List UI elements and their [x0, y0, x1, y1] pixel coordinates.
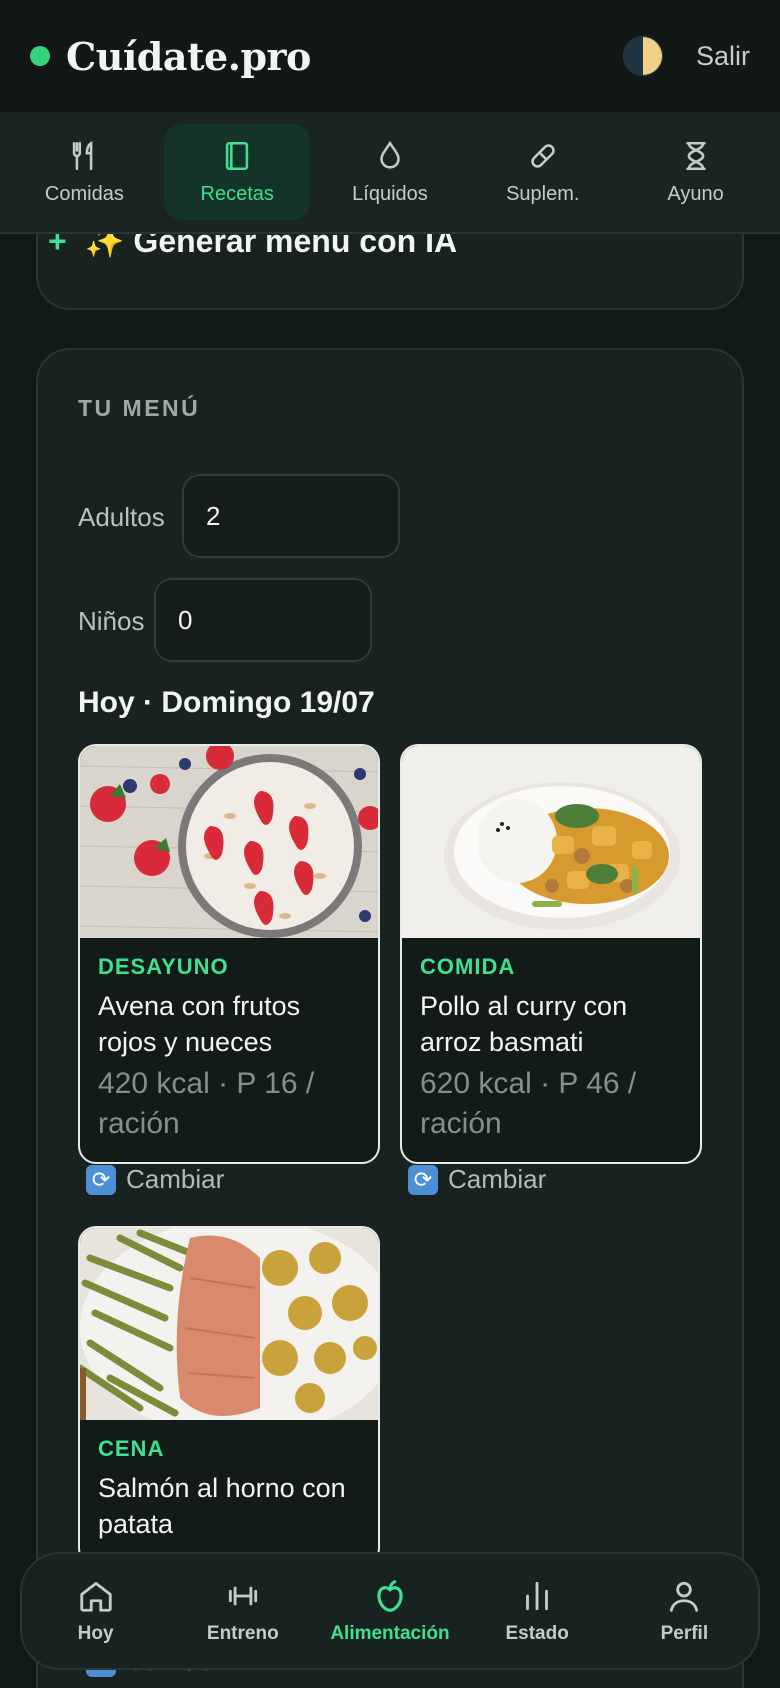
kids-input[interactable]: 0: [154, 578, 372, 662]
nav-hoy[interactable]: Hoy: [26, 1577, 166, 1645]
logout-button[interactable]: Salir: [696, 41, 750, 72]
nav-entreno[interactable]: Entreno: [173, 1577, 313, 1645]
tab-label: Líquidos: [352, 182, 428, 205]
tab-label: Comidas: [44, 182, 124, 205]
recipe-image-oatmeal: [80, 746, 378, 938]
tab-suplementos[interactable]: Suplem.: [470, 124, 616, 220]
home-icon: [79, 1581, 112, 1612]
recipe-nutrition: 620 kcal · P 46 / ración: [420, 1067, 637, 1140]
content-area: + ✨ Generar menú con IA TU MENÚ Adultos 2…: [0, 0, 780, 1688]
nav-label: Hoy: [77, 1623, 114, 1644]
recipe-name: Salmón al horno con patata: [98, 1473, 346, 1539]
hourglass-icon: [685, 141, 706, 170]
nav-label: Alimentación: [330, 1623, 450, 1644]
apple-icon: [377, 1580, 403, 1612]
meal-type-label: DESAYUNO: [98, 954, 229, 979]
tab-comidas[interactable]: Comidas: [11, 124, 157, 220]
change-recipe-button[interactable]: ⟳ Cambiar: [86, 1164, 224, 1195]
tab-label: Suplem.: [506, 182, 580, 205]
status-dot: [30, 46, 50, 66]
drop-icon: [380, 140, 400, 169]
nav-label: Estado: [505, 1623, 569, 1644]
brand-logo[interactable]: Cuídate.pro: [66, 34, 311, 79]
recipe-card-breakfast[interactable]: DESAYUNO Avena con frutos rojos y nueces…: [78, 744, 380, 1164]
adults-input[interactable]: 2: [182, 474, 400, 558]
app-header: Cuídate.pro Salir: [0, 0, 780, 112]
adults-label: Adultos: [78, 502, 165, 532]
menu-section-title: TU MENÚ: [78, 395, 201, 421]
swap-icon: ⟳: [86, 1164, 116, 1195]
recipe-nutrition: 420 kcal · P 16 / ración: [98, 1067, 315, 1140]
tab-label: Recetas: [200, 182, 274, 205]
bar-chart-icon: [526, 1581, 549, 1611]
user-icon: [670, 1581, 699, 1612]
change-recipe-label: Cambiar: [126, 1164, 225, 1194]
nav-label: Entreno: [206, 1623, 279, 1644]
book-icon: [225, 141, 249, 170]
nav-alimentacion[interactable]: Alimentación: [320, 1577, 460, 1645]
change-recipe-button[interactable]: ⟳ Cambiar: [408, 1164, 546, 1195]
nav-estado[interactable]: Estado: [467, 1577, 607, 1645]
tab-label: Ayuno: [667, 182, 724, 205]
tab-ayuno[interactable]: Ayuno: [623, 124, 769, 220]
meal-type-label: CENA: [98, 1436, 165, 1461]
meal-type-label: COMIDA: [420, 954, 516, 979]
moon-icon[interactable]: [623, 37, 662, 75]
bottom-navigation: Hoy Entreno Alimentación Estado Perfil: [20, 1552, 760, 1670]
nav-label: Perfil: [660, 1623, 709, 1644]
day-heading: Hoy · Domingo 19/07: [78, 686, 375, 719]
kids-label: Niños: [78, 606, 145, 636]
nav-perfil[interactable]: Perfil: [614, 1577, 754, 1645]
recipe-name: Avena con frutos rojos y nueces: [98, 991, 301, 1057]
swap-icon: ⟳: [408, 1164, 438, 1195]
tab-liquidos[interactable]: Líquidos: [317, 124, 463, 220]
dumbbell-icon: [228, 1586, 257, 1606]
pill-icon: [531, 143, 555, 168]
recipe-body: DESAYUNO Avena con frutos rojos y nueces…: [80, 938, 378, 1162]
recipe-card-lunch[interactable]: COMIDA Pollo al curry con arroz basmati …: [400, 744, 702, 1164]
recipe-name: Pollo al curry con arroz basmati: [420, 991, 628, 1057]
tab-recetas[interactable]: Recetas: [164, 124, 311, 220]
recipe-body: CENA Salmón al horno con patata 540 kcal…: [80, 1420, 378, 1564]
change-recipe-label: Cambiar: [448, 1164, 547, 1194]
cutlery-icon: [73, 140, 93, 170]
recipe-image-chicken-curry: [402, 746, 700, 938]
recipe-card-dinner[interactable]: CENA Salmón al horno con patata 540 kcal…: [78, 1226, 380, 1566]
section-tabs: Comidas Recetas Líquidos Suplem. Ayuno: [0, 112, 780, 234]
recipe-image-baked-salmon: [80, 1228, 378, 1420]
recipe-body: COMIDA Pollo al curry con arroz basmati …: [402, 938, 700, 1162]
